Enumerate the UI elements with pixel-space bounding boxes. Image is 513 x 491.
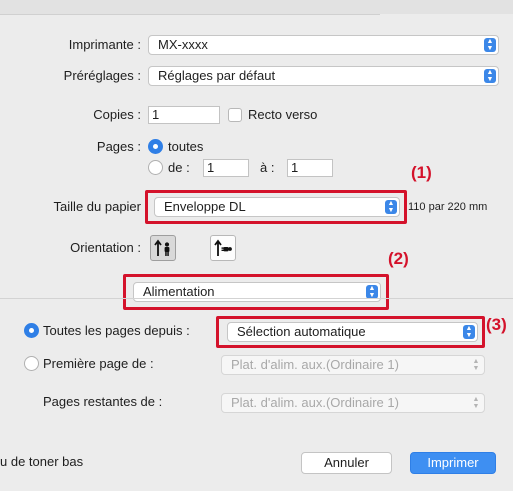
callout-number-3: (3) <box>486 315 507 334</box>
remaining-pages-select-arrows-icon: ▲ ▼ <box>472 396 480 410</box>
duplex-label: Recto verso <box>248 107 318 122</box>
portrait-orientation-icon <box>154 239 170 256</box>
callout-number-2: (2) <box>388 249 409 268</box>
presets-select[interactable]: Réglages par défaut ▲ ▼ <box>148 66 499 86</box>
remaining-pages-select[interactable]: Plat. d'alim. aux.(Ordinaire 1) ▲ ▼ <box>221 393 485 413</box>
copies-label: Copies : <box>93 107 141 122</box>
first-page-label: Première page de : <box>43 356 154 371</box>
paper-size-label: Taille du papier <box>53 199 141 214</box>
printer-select[interactable]: MX-xxxx ▲ ▼ <box>148 35 499 55</box>
pages-to-field[interactable]: 1 <box>287 159 333 177</box>
section-divider <box>0 298 513 299</box>
first-page-select[interactable]: Plat. d'alim. aux.(Ordinaire 1) ▲ ▼ <box>221 355 485 375</box>
first-page-select-value: Plat. d'alim. aux.(Ordinaire 1) <box>231 357 399 372</box>
duplex-checkbox[interactable] <box>228 108 242 122</box>
window-top-divider <box>0 14 380 15</box>
orientation-portrait-button[interactable] <box>150 235 176 261</box>
toner-status-text: u de toner bas <box>0 454 84 469</box>
all-pages-from-radio[interactable] <box>24 323 39 338</box>
orientation-label: Orientation : <box>70 240 141 255</box>
pages-from-field[interactable]: 1 <box>203 159 249 177</box>
callout-number-1: (1) <box>411 163 432 182</box>
pages-all-radio[interactable] <box>148 139 163 154</box>
print-button[interactable]: Imprimer <box>410 452 496 474</box>
printer-select-value: MX-xxxx <box>158 37 208 52</box>
all-pages-from-label: Toutes les pages depuis : <box>43 323 190 338</box>
printer-select-arrows-icon: ▲ ▼ <box>484 38 496 52</box>
pages-from-label: de : <box>168 160 190 175</box>
pages-all-label: toutes <box>168 139 204 154</box>
cancel-button[interactable]: Annuler <box>301 452 392 474</box>
window-top-strip <box>0 0 513 14</box>
first-page-radio[interactable] <box>24 356 39 371</box>
pages-to-label: à : <box>260 160 275 175</box>
remaining-pages-select-value: Plat. d'alim. aux.(Ordinaire 1) <box>231 395 399 410</box>
callout-highlight-2 <box>123 274 389 310</box>
presets-label: Préréglages : <box>63 68 141 83</box>
landscape-orientation-icon <box>214 239 232 256</box>
first-page-select-arrows-icon: ▲ ▼ <box>472 358 480 372</box>
remaining-pages-label: Pages restantes de : <box>43 394 163 409</box>
copies-field[interactable]: 1 <box>148 106 220 124</box>
callout-highlight-3 <box>216 316 485 348</box>
callout-highlight-1 <box>145 190 407 224</box>
orientation-landscape-button[interactable] <box>210 235 236 261</box>
presets-select-arrows-icon: ▲ ▼ <box>484 69 496 83</box>
printer-label: Imprimante : <box>68 37 141 52</box>
pages-label: Pages : <box>96 139 141 154</box>
presets-select-value: Réglages par défaut <box>158 68 276 83</box>
pages-range-radio[interactable] <box>148 160 163 175</box>
paper-size-dimensions: 110 par 220 mm <box>408 201 488 213</box>
